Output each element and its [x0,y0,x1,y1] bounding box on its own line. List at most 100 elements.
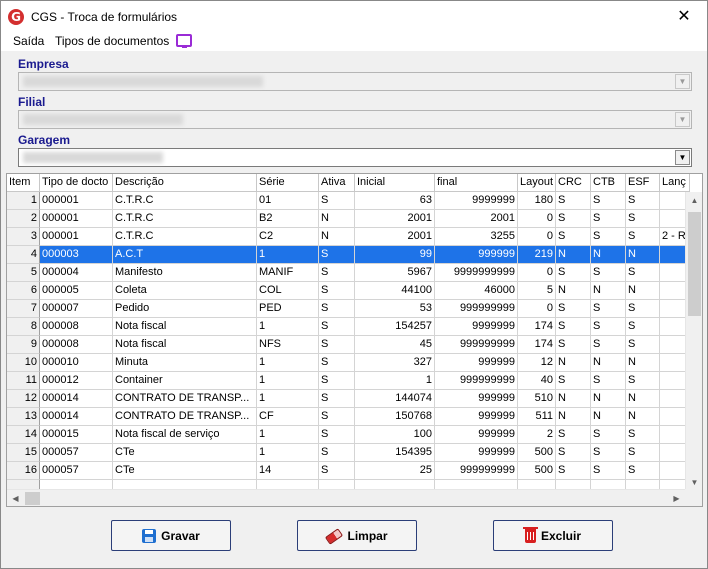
table-cell[interactable]: 000012 [40,372,113,390]
column-header[interactable]: Layout [518,174,556,192]
column-header[interactable]: final [435,174,518,192]
chevron-down-icon[interactable]: ▼ [675,112,690,127]
documents-grid[interactable]: Item Tipo de docto Descrição Série Ativa Inic… [6,173,703,507]
table-cell[interactable]: N [626,390,660,408]
vertical-scroll-thumb[interactable] [688,212,701,316]
table-cell[interactable]: S [319,246,355,264]
table-cell[interactable]: Nota fiscal [113,318,257,336]
table-cell[interactable]: 5 [518,282,556,300]
table-cell[interactable]: 53 [355,300,435,318]
table-cell[interactable]: S [319,390,355,408]
table-cell[interactable]: 2001 [355,228,435,246]
column-header[interactable]: Tipo de docto [40,174,113,192]
table-cell[interactable]: 14 [257,462,319,480]
table-row[interactable]: 2 000001 C.T.R.C B2 N 2001 2001 0 S S S [7,210,690,228]
table-cell[interactable]: 999999999 [435,372,518,390]
table-cell[interactable]: 2001 [435,210,518,228]
table-cell[interactable]: S [591,192,626,210]
table-cell[interactable]: 000003 [40,246,113,264]
table-cell[interactable]: S [319,282,355,300]
table-cell[interactable]: C.T.R.C [113,228,257,246]
table-cell[interactable]: CONTRATO DE TRANSP... [113,390,257,408]
table-cell[interactable]: Nota fiscal [113,336,257,354]
table-cell[interactable]: 3255 [435,228,518,246]
table-cell[interactable]: S [319,462,355,480]
column-header[interactable]: CTB [591,174,626,192]
close-button[interactable]: ✕ [661,1,707,32]
table-cell[interactable]: 1 [257,426,319,444]
table-cell[interactable]: S [319,354,355,372]
table-cell[interactable]: S [319,408,355,426]
table-cell[interactable]: 500 [518,462,556,480]
table-cell[interactable]: S [556,318,591,336]
table-cell[interactable]: A.C.T [113,246,257,264]
table-cell[interactable]: S [591,318,626,336]
table-cell[interactable]: S [591,264,626,282]
chevron-down-icon[interactable]: ▼ [675,150,690,165]
table-row[interactable]: 10 000010 Minuta 1 S 327 999999 12 N N N [7,354,690,372]
table-cell[interactable]: CTe [113,462,257,480]
table-cell[interactable]: S [556,336,591,354]
table-cell[interactable]: 174 [518,318,556,336]
row-item-number[interactable]: 8 [7,318,40,336]
table-cell[interactable]: 511 [518,408,556,426]
row-item-number[interactable]: 14 [7,426,40,444]
table-cell[interactable]: Manifesto [113,264,257,282]
row-item-number[interactable]: 11 [7,372,40,390]
table-cell[interactable]: 000001 [40,228,113,246]
table-cell[interactable]: 99 [355,246,435,264]
table-cell[interactable]: 1 [257,444,319,462]
column-header[interactable]: CRC [556,174,591,192]
table-row[interactable]: 13 000014 CONTRATO DE TRANSP... CF S 150768 99… [7,408,690,426]
table-cell[interactable]: 40 [518,372,556,390]
table-cell[interactable]: 2 [518,426,556,444]
table-row[interactable]: 7 000007 Pedido PED S 53 999999999 0 S S S [7,300,690,318]
table-cell[interactable]: 100 [355,426,435,444]
table-row[interactable]: 1 000001 C.T.R.C 01 S 63 9999999 180 S S S [7,192,690,210]
table-cell[interactable]: N [626,246,660,264]
table-cell[interactable]: CONTRATO DE TRANSP... [113,408,257,426]
row-item-number[interactable]: 12 [7,390,40,408]
table-cell[interactable]: 999999999 [435,336,518,354]
column-header[interactable]: Série [257,174,319,192]
table-cell[interactable]: 25 [355,462,435,480]
table-cell[interactable]: 0 [518,300,556,318]
table-cell[interactable]: 174 [518,336,556,354]
table-cell[interactable]: 0 [518,228,556,246]
row-item-number[interactable]: 9 [7,336,40,354]
table-row[interactable]: 16 000057 CTe 14 S 25 999999999 500 S S S [7,462,690,480]
table-cell[interactable]: S [626,426,660,444]
table-cell[interactable]: S [626,264,660,282]
table-cell[interactable]: 1 [257,390,319,408]
table-cell[interactable]: S [591,426,626,444]
row-item-number[interactable]: 7 [7,300,40,318]
table-cell[interactable]: 144074 [355,390,435,408]
table-cell[interactable]: S [591,444,626,462]
table-cell[interactable]: S [319,444,355,462]
table-cell[interactable]: N [556,246,591,264]
table-cell[interactable]: N [556,408,591,426]
table-cell[interactable]: 000001 [40,210,113,228]
table-cell[interactable]: 219 [518,246,556,264]
table-cell[interactable]: S [591,372,626,390]
table-cell[interactable]: Nota fiscal de serviço [113,426,257,444]
table-cell[interactable]: 000015 [40,426,113,444]
filial-select[interactable]: ▼ [18,110,692,129]
row-item-number[interactable]: 6 [7,282,40,300]
horizontal-scrollbar[interactable]: ◀ ▶ [7,489,685,506]
table-cell[interactable]: Pedido [113,300,257,318]
table-cell[interactable]: 000004 [40,264,113,282]
table-row[interactable]: 3 000001 C.T.R.C C2 N 2001 3255 0 S S S 2 - R [7,228,690,246]
table-cell[interactable]: S [591,336,626,354]
scroll-up-icon[interactable]: ▲ [686,192,702,209]
table-cell[interactable]: 12 [518,354,556,372]
column-header[interactable]: Descrição [113,174,257,192]
table-cell[interactable]: 000008 [40,318,113,336]
table-cell[interactable]: 000057 [40,444,113,462]
table-cell[interactable]: PED [257,300,319,318]
scroll-right-icon[interactable]: ▶ [668,490,685,506]
save-button[interactable]: Gravar [111,520,231,551]
table-cell[interactable]: 999999 [435,426,518,444]
table-cell[interactable]: S [556,210,591,228]
menu-tipos-documentos[interactable]: Tipos de documentos [55,34,169,48]
